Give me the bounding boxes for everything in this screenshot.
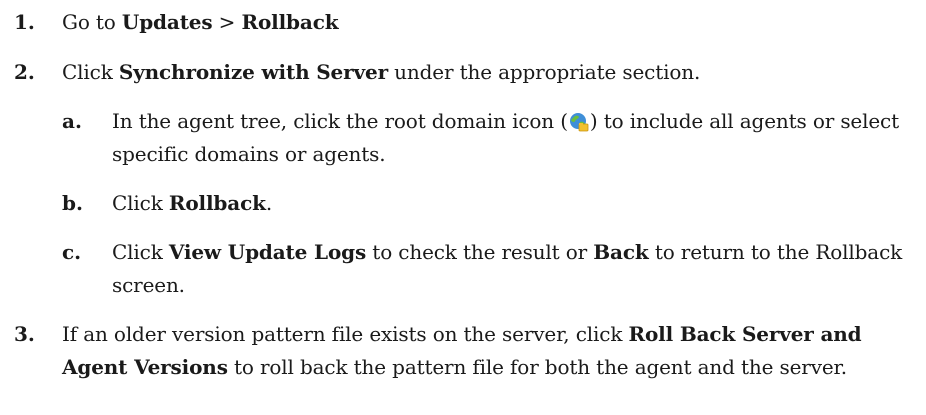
synchronize-with-server-label: Synchronize with Server [118,60,388,84]
step-text-part: to roll back the pattern file for both t… [227,355,847,379]
step-number: 3. [14,322,35,346]
substep-text-part: In the agent tree, click the root domain… [112,109,568,133]
substep-letter: a. [62,109,82,133]
rollback-label: Rollback [168,191,266,215]
step-text-part: Click [62,60,119,84]
substep-text: Click Rollback. [112,187,912,220]
step-number: 2. [14,60,35,84]
step-text-part: If an older version pattern file exists … [62,322,629,346]
step-number: 1. [14,10,35,34]
step-text-part: > [212,10,242,34]
instruction-document: 1. Go to Updates > Rollback 2. Click Syn… [0,0,926,415]
substep-text-part: Click [112,191,169,215]
substep-text: Click View Update Logs to check the resu… [112,236,912,302]
root-domain-icon [569,109,589,132]
substep-text-part: Click [112,240,169,264]
view-update-logs-label: View Update Logs [168,240,367,264]
menu-rollback: Rollback [241,10,339,34]
step-text-part: Go to [62,10,122,34]
step-text-part: under the appropriate section. [387,60,701,84]
substep-letter: c. [62,240,82,264]
back-label: Back [593,240,649,264]
step-text: Go to Updates > Rollback [62,6,912,39]
substep-text-part: to check the result or [366,240,594,264]
substep-letter: b. [62,191,83,215]
menu-updates: Updates [121,10,213,34]
step-text: If an older version pattern file exists … [62,318,912,384]
substep-text-part: . [265,191,273,215]
step-text: Click Synchronize with Server under the … [62,56,912,89]
substep-text: In the agent tree, click the root domain… [112,105,912,171]
